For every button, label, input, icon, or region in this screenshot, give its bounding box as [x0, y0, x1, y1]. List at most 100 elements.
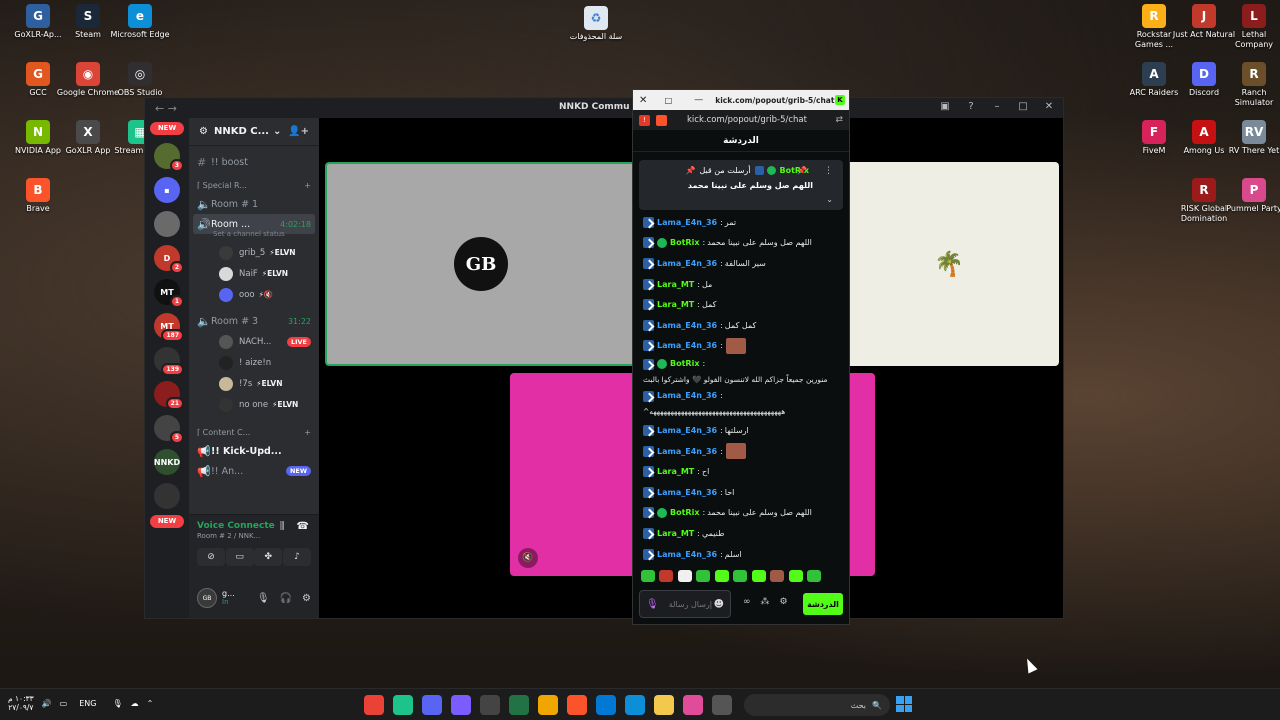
maximize-button[interactable]: □: [1017, 101, 1029, 112]
inbox-icon[interactable]: ▣: [939, 101, 951, 112]
server-icon[interactable]: [154, 483, 180, 509]
emote-button[interactable]: [733, 570, 748, 582]
chat-message[interactable]: Lama_E4n_36: ^ههههههههههههههههههههههههههه…: [643, 388, 837, 420]
chat-message[interactable]: BotRix: منورين جميعاً جزاكم الله لاتنسون …: [643, 356, 837, 388]
activities-icon[interactable]: ✤: [254, 548, 283, 566]
url-text[interactable]: kick.com/popout/grib-5/chat: [687, 115, 807, 125]
network-icon[interactable]: ▭: [60, 699, 68, 708]
close-button[interactable]: ✕: [1043, 101, 1055, 112]
minimize-button[interactable]: –: [991, 101, 1003, 112]
server-icon[interactable]: [154, 211, 180, 237]
chat-username[interactable]: Lara_MT: [657, 280, 694, 289]
noise-suppression-icon[interactable]: ⫼: [280, 521, 285, 532]
participant-tile-ksa[interactable]: 🌴: [839, 162, 1059, 366]
chat-username[interactable]: Lama_E4n_36: [657, 341, 717, 350]
address-bar[interactable]: ! kick.com/popout/grib-5/chat ⇄: [633, 110, 849, 130]
desktop-shortcut[interactable]: L Lethal Company: [1222, 4, 1280, 50]
start-button[interactable]: [896, 696, 912, 712]
taskbar-app-icon[interactable]: [654, 695, 674, 715]
server-icon[interactable]: MT 187: [154, 313, 184, 342]
voice-user[interactable]: grib_5 ⚡ELVN: [189, 242, 319, 263]
brave-icon[interactable]: [656, 114, 667, 126]
voice-user[interactable]: no one ⚡ELVN: [189, 394, 319, 415]
chat-username[interactable]: Lama_E4n_36: [657, 321, 717, 330]
close-icon[interactable]: ✕: [639, 95, 651, 106]
taskbar-app-icon[interactable]: [596, 695, 616, 715]
chat-username[interactable]: Lara_MT: [657, 529, 694, 538]
onedrive-icon[interactable]: ☁: [131, 699, 139, 708]
new-badge-bottom[interactable]: NEW: [150, 515, 184, 528]
recycle-bin[interactable]: ♻ سلة المحذوفات: [564, 6, 628, 42]
chat-message[interactable]: Lama_E4n_36: اسلم: [643, 544, 837, 562]
voice-user[interactable]: !7s ⚡ELVN: [189, 373, 319, 394]
desktop-shortcut[interactable]: P Pummel Party: [1222, 178, 1280, 214]
channel-room-1[interactable]: 🔈 Room # 1: [189, 194, 319, 214]
taskbar-app-icon[interactable]: [683, 695, 703, 715]
shield-icon[interactable]: !: [639, 114, 650, 126]
emote-button[interactable]: [714, 570, 729, 582]
server-icon[interactable]: 5: [154, 415, 184, 444]
guild-header[interactable]: ⚙ NNKD C... ⌄ 👤+: [189, 118, 319, 146]
chat-message[interactable]: Lama_E4n_36:: [643, 336, 837, 357]
server-icon[interactable]: D2: [154, 245, 184, 274]
taskbar-app-icon[interactable]: [393, 695, 413, 715]
chat-username[interactable]: Lama_E4n_36: [657, 488, 717, 497]
new-badge[interactable]: NEW: [150, 122, 184, 135]
add-member-icon[interactable]: 👤+: [288, 126, 309, 137]
user-name[interactable]: g... In: [222, 589, 235, 607]
chat-username[interactable]: Lama_E4n_36: [657, 391, 717, 400]
disconnect-icon[interactable]: ☎: [297, 521, 309, 532]
category-content[interactable]: ⌈ Content C... +: [189, 423, 319, 441]
desktop-shortcut[interactable]: e Microsoft Edge: [108, 4, 172, 40]
pin-icon[interactable]: 📌: [797, 166, 807, 175]
chat-username[interactable]: Lara_MT: [657, 300, 694, 309]
server-icon[interactable]: MT 1: [154, 279, 184, 308]
plus-icon[interactable]: +: [304, 428, 311, 437]
chat-message[interactable]: BotRix: اللهم صل وسلم على نبينا محمد: [643, 503, 837, 524]
users-icon[interactable]: ⁂: [761, 597, 770, 607]
channel-status[interactable]: Set a channel status: [189, 230, 319, 242]
desktop-shortcut[interactable]: RV RV There Yet: [1222, 120, 1280, 156]
gear-icon[interactable]: ⚙: [780, 597, 788, 607]
server-icon[interactable]: 3: [154, 143, 184, 172]
nav-arrows[interactable]: ← →: [155, 102, 177, 115]
chat-username[interactable]: Lama_E4n_36: [657, 259, 717, 268]
taskbar-app-icon[interactable]: [451, 695, 471, 715]
chat-username[interactable]: Lama_E4n_36: [657, 426, 717, 435]
voice-user[interactable]: ! aize!n: [189, 352, 319, 373]
voice-user[interactable]: ooo ⚡🔇: [189, 284, 319, 305]
search-box[interactable]: بحث 🔍: [744, 694, 890, 716]
channel-boost[interactable]: # !! boost: [189, 152, 319, 172]
emote-button[interactable]: [788, 570, 803, 582]
maximize-icon[interactable]: □: [665, 96, 673, 105]
voice-user[interactable]: NaiF ⚡ELVN: [189, 263, 319, 284]
chat-message[interactable]: Lara_MT: اح: [643, 461, 837, 482]
chat-message[interactable]: BotRix: اللهم صل وسلم على نبينا محمد: [643, 233, 837, 254]
chat-message[interactable]: Lama_E4n_36: كمل كمل: [643, 315, 837, 336]
server-icon[interactable]: NNKD: [154, 449, 180, 475]
taskbar-app-icon[interactable]: [509, 695, 529, 715]
chat-username[interactable]: BotRix: [670, 238, 699, 247]
chat-message[interactable]: Lara_MT: مل: [643, 274, 837, 295]
taskbar-app-icon[interactable]: [567, 695, 587, 715]
chat-message[interactable]: Lara_MT: طنيمي: [643, 523, 837, 544]
folder-icon[interactable]: ▪: [154, 177, 180, 203]
chat-username[interactable]: BotRix: [670, 359, 699, 368]
avatar[interactable]: GB: [197, 588, 217, 608]
chat-username[interactable]: Lama_E4n_36: [657, 550, 717, 559]
chat-message[interactable]: Lama_E4n_36:: [643, 441, 837, 462]
emoji-icon[interactable]: ☻: [714, 599, 724, 610]
desktop-shortcut[interactable]: ◎ OBS Studio: [108, 62, 172, 98]
volume-icon[interactable]: 🔊: [42, 699, 52, 708]
category-special[interactable]: ⌈ Special R... +: [189, 176, 319, 194]
headphones-icon[interactable]: 🎧: [280, 593, 292, 604]
chat-username[interactable]: Lara_MT: [657, 467, 694, 476]
minimize-icon[interactable]: —: [694, 95, 703, 105]
taskbar-app-icon[interactable]: [712, 695, 732, 715]
language-indicator[interactable]: ENG: [79, 699, 96, 708]
screen-share-icon[interactable]: ▭: [225, 548, 254, 566]
server-icon[interactable]: 139: [154, 347, 184, 376]
channel-kick-updates[interactable]: 📢 !! Kick-Upd...: [189, 441, 319, 461]
emote-button[interactable]: [696, 570, 711, 582]
gear-icon[interactable]: ⚙: [302, 593, 311, 604]
